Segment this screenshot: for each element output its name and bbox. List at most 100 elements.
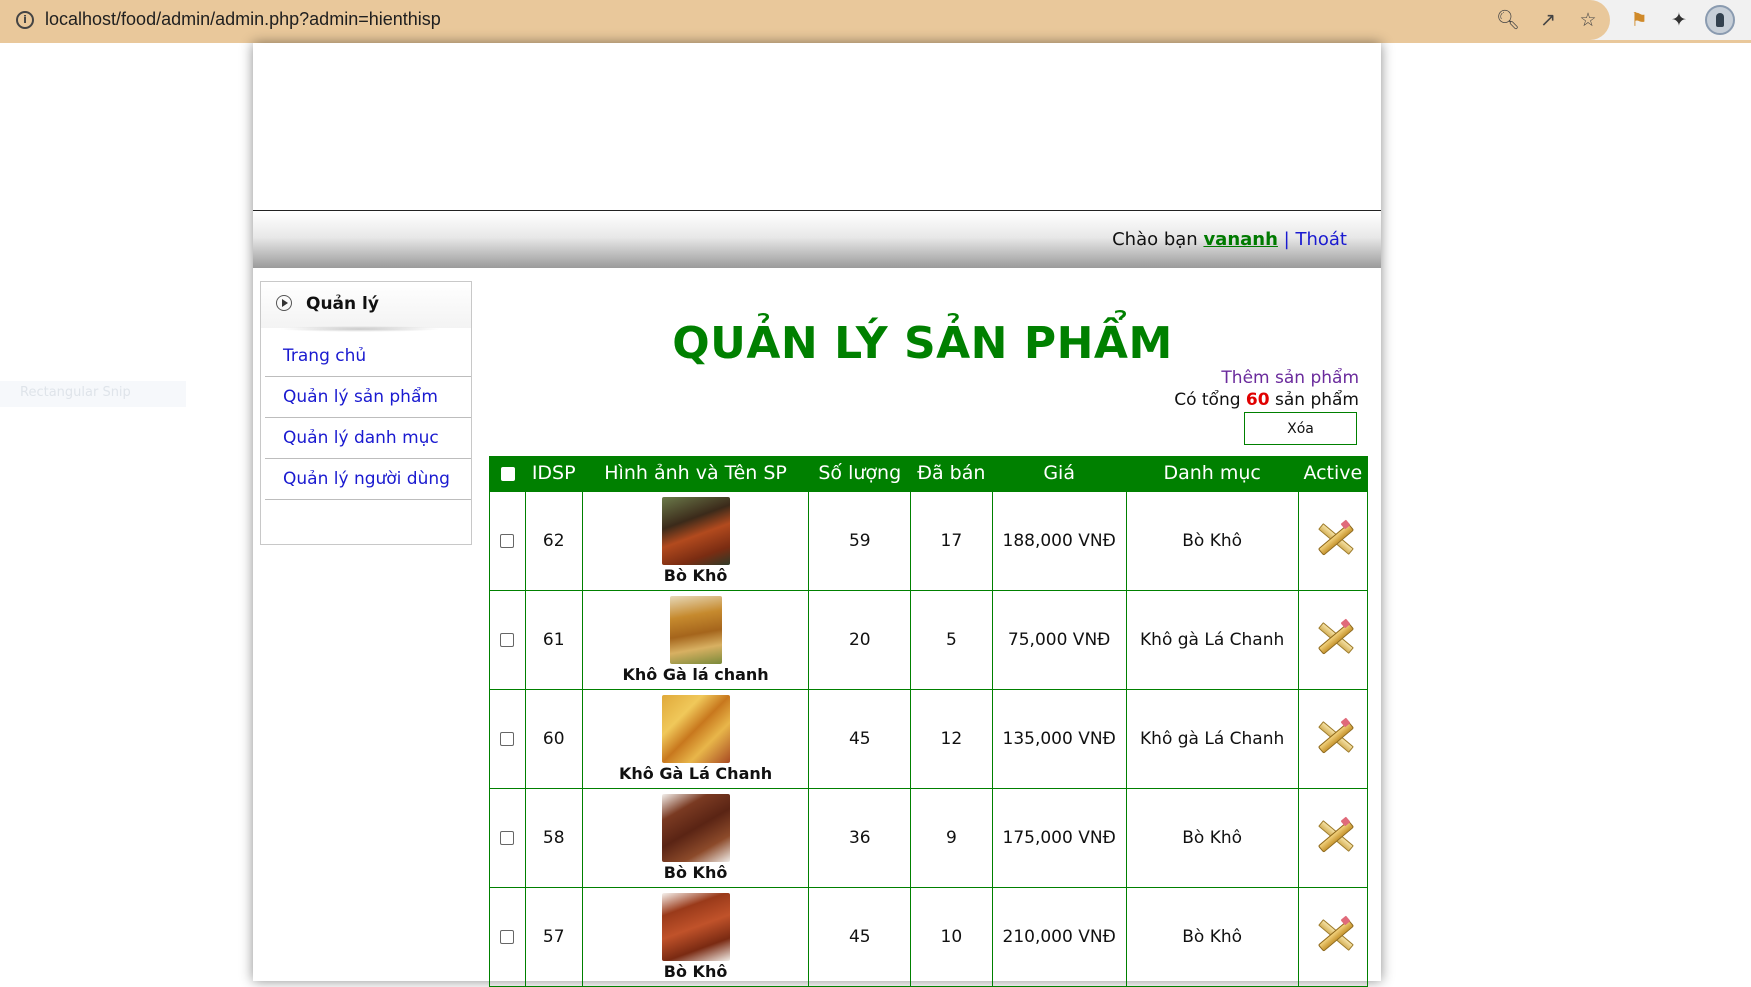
cell-product: Bò Khô xyxy=(581,490,810,591)
table-row: 61 Khô Gà lá chanh 20 5 75,000 VNĐ Khô g… xyxy=(489,589,1369,690)
sidebar-item-users[interactable]: Quản lý người dùng xyxy=(265,459,471,500)
product-name: Bò Khô xyxy=(663,961,728,981)
cell-category: Khô gà Lá Chanh xyxy=(1125,589,1299,690)
zoom-icon[interactable]: 🔍︎ xyxy=(1496,8,1520,32)
cell-product: Khô Gà Lá Chanh xyxy=(581,688,810,789)
select-all-checkbox[interactable] xyxy=(500,466,515,481)
cell-quantity: 45 xyxy=(808,688,912,789)
cell-id: 57 xyxy=(524,886,583,987)
edit-pencil-ruler-icon[interactable] xyxy=(1314,717,1355,755)
bookmark-star-icon[interactable]: ☆ xyxy=(1576,8,1600,32)
row-select-cell xyxy=(489,886,526,987)
row-checkbox[interactable] xyxy=(500,533,515,548)
total-count: 60 xyxy=(1245,390,1270,410)
product-name: Bò Khô xyxy=(663,565,728,585)
cell-price: 75,000 VNĐ xyxy=(991,589,1127,690)
greeting-prefix: Chào bạn xyxy=(1112,229,1198,250)
edit-pencil-ruler-icon[interactable] xyxy=(1314,816,1355,854)
cell-active xyxy=(1297,589,1369,690)
cell-sold: 10 xyxy=(910,886,993,987)
edit-pencil-ruler-icon[interactable] xyxy=(1314,519,1355,557)
col-header-id[interactable]: IDSP xyxy=(525,456,583,491)
table-row: 57 Bò Khô 45 10 210,000 VNĐ Bò Khô xyxy=(489,886,1369,987)
edit-pencil-ruler-icon[interactable] xyxy=(1314,618,1355,656)
product-image[interactable] xyxy=(669,595,722,664)
cell-product: Khô Gà lá chanh xyxy=(581,589,810,690)
row-checkbox[interactable] xyxy=(500,632,515,647)
table-header-row: IDSP Hình ảnh và Tên SP Số lượng Đã bán … xyxy=(489,456,1368,491)
select-all-cell xyxy=(489,456,526,491)
total-suffix: sản phẩm xyxy=(1275,390,1359,410)
cell-quantity: 36 xyxy=(808,787,912,888)
delete-button[interactable]: Xóa xyxy=(1244,412,1357,445)
greeting-separator: | xyxy=(1283,229,1290,250)
cell-product: Bò Khô xyxy=(581,886,810,987)
cell-price: 175,000 VNĐ xyxy=(991,787,1127,888)
cell-id: 60 xyxy=(524,688,583,789)
col-header-image-name[interactable]: Hình ảnh và Tên SP xyxy=(582,456,809,491)
products-table: IDSP Hình ảnh và Tên SP Số lượng Đã bán … xyxy=(489,456,1369,987)
site-info-icon[interactable]: i xyxy=(16,11,34,29)
product-name: Khô Gà lá chanh xyxy=(622,664,769,684)
cell-price: 135,000 VNĐ xyxy=(991,688,1127,789)
cell-sold: 9 xyxy=(910,787,993,888)
logout-link[interactable]: Thoát xyxy=(1295,229,1347,250)
banner xyxy=(253,43,1381,211)
row-select-cell xyxy=(489,589,526,690)
cell-sold: 5 xyxy=(910,589,993,690)
edit-pencil-ruler-icon[interactable] xyxy=(1314,915,1355,953)
table-row: 62 Bò Khô 59 17 188,000 VNĐ Bò Khô xyxy=(489,490,1369,591)
cell-quantity: 59 xyxy=(808,490,912,591)
total-prefix: Có tổng xyxy=(1174,390,1241,410)
col-header-price[interactable]: Giá xyxy=(992,456,1127,491)
cell-id: 61 xyxy=(524,589,583,690)
cell-id: 62 xyxy=(524,490,583,591)
row-select-cell xyxy=(489,490,526,591)
table-row: 58 Bò Khô 36 9 175,000 VNĐ Bò Khô xyxy=(489,787,1369,888)
col-header-category[interactable]: Danh mục xyxy=(1126,456,1299,491)
row-select-cell xyxy=(489,688,526,789)
col-header-sold[interactable]: Đã bán xyxy=(910,456,993,491)
url-text[interactable]: localhost/food/admin/admin.php?admin=hie… xyxy=(45,9,441,30)
product-image[interactable] xyxy=(661,496,730,565)
sidebar: Quản lý Trang chủ Quản lý sản phẩm Quản … xyxy=(260,281,472,545)
add-product-link[interactable]: Thêm sản phẩm xyxy=(1221,368,1359,388)
product-image[interactable] xyxy=(661,694,730,763)
greeting: Chào bạn vananh | Thoát xyxy=(1112,229,1347,250)
row-checkbox[interactable] xyxy=(500,830,515,845)
sidebar-title: Quản lý xyxy=(306,294,379,314)
product-image[interactable] xyxy=(661,793,730,862)
share-icon[interactable]: ↗ xyxy=(1536,8,1560,32)
cell-active xyxy=(1297,688,1369,789)
browser-toolbar: i localhost/food/admin/admin.php?admin=h… xyxy=(0,0,1751,42)
product-image[interactable] xyxy=(661,892,730,961)
table-row: 60 Khô Gà Lá Chanh 45 12 135,000 VNĐ Khô… xyxy=(489,688,1369,789)
page-container: Chào bạn vananh | Thoát Quản lý Trang ch… xyxy=(253,43,1381,987)
snip-overlay-text: Rectangular Snip xyxy=(20,385,131,400)
sidebar-item-home[interactable]: Trang chủ xyxy=(265,336,471,377)
cell-id: 58 xyxy=(524,787,583,888)
sidebar-item-categories[interactable]: Quản lý danh mục xyxy=(265,418,471,459)
puzzle-extensions-icon[interactable]: ✦ xyxy=(1667,8,1691,32)
col-header-quantity[interactable]: Số lượng xyxy=(808,456,911,491)
address-bar[interactable]: i localhost/food/admin/admin.php?admin=h… xyxy=(0,0,1610,40)
username-link[interactable]: vananh xyxy=(1203,229,1277,250)
row-checkbox[interactable] xyxy=(500,731,515,746)
row-select-cell xyxy=(489,787,526,888)
play-circle-icon xyxy=(276,295,292,311)
col-header-active[interactable]: Active xyxy=(1298,456,1368,491)
cell-active xyxy=(1297,490,1369,591)
product-total: Có tổng 60 sản phẩm xyxy=(1174,390,1359,410)
extension-icon[interactable]: ⚑ xyxy=(1627,8,1651,32)
cell-active xyxy=(1297,787,1369,888)
row-checkbox[interactable] xyxy=(500,929,515,944)
page-title: QUẢN LÝ SẢN PHẨM xyxy=(672,318,1173,369)
cell-quantity: 45 xyxy=(808,886,912,987)
cell-sold: 12 xyxy=(910,688,993,789)
sidebar-item-products[interactable]: Quản lý sản phẩm xyxy=(265,377,471,418)
profile-avatar[interactable] xyxy=(1705,5,1735,35)
cell-price: 210,000 VNĐ xyxy=(991,886,1127,987)
cell-price: 188,000 VNĐ xyxy=(991,490,1127,591)
product-name: Bò Khô xyxy=(663,862,728,882)
product-name: Khô Gà Lá Chanh xyxy=(619,763,773,783)
